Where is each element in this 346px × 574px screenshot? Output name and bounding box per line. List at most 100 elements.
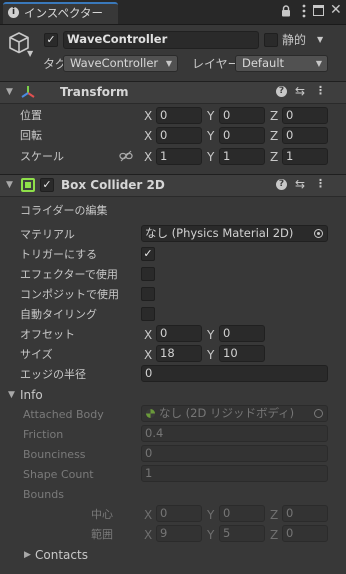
autotiling-label: 自動タイリング [20, 308, 97, 321]
position-label: 位置 [20, 109, 42, 122]
attached-body-value: なし (2D リジッドボディ) [159, 406, 295, 420]
component-menu-icon[interactable]: ⋮ [315, 178, 326, 190]
position-z-input[interactable]: 0 [282, 107, 328, 124]
axis-z-label[interactable]: Z [270, 129, 278, 143]
layer-value: Default [242, 56, 285, 70]
trigger-label: トリガーにする [20, 248, 98, 261]
axis-y-label[interactable]: Y [207, 348, 214, 362]
static-label: 静的 [282, 33, 307, 47]
axis-x-label[interactable]: X [144, 129, 152, 143]
autotiling-checkbox[interactable] [141, 307, 155, 321]
axis-x-label: X [144, 528, 153, 542]
rotation-x-input[interactable]: 0 [156, 127, 202, 144]
extent-z-field: 0 [282, 525, 328, 542]
object-picker-icon[interactable] [314, 229, 323, 238]
close-icon[interactable]: ✕ [330, 3, 342, 17]
material-label: マテリアル [20, 228, 75, 241]
axis-x-label[interactable]: X [144, 348, 152, 362]
maximize-icon[interactable] [313, 5, 324, 16]
info-icon: i [8, 7, 19, 18]
axis-x-label[interactable]: X [144, 328, 152, 342]
contacts-label[interactable]: Contacts [35, 548, 88, 562]
offset-x-input[interactable]: 0 [156, 325, 202, 342]
axis-y-label: Y [207, 508, 215, 522]
preset-icon[interactable]: ⇆ [295, 85, 305, 97]
tag-dropdown[interactable]: WaveController ▼ [63, 55, 178, 72]
position-y-input[interactable]: 0 [219, 107, 265, 124]
attached-body-label: Attached Body [23, 408, 104, 421]
edit-collider-label: コライダーの編集 [20, 204, 108, 217]
friction-label: Friction [23, 428, 64, 441]
axis-x-label[interactable]: X [144, 150, 152, 164]
bounciness-field: 0 [141, 445, 328, 462]
info-foldout-icon[interactable]: ▼ [8, 390, 15, 400]
preset-icon[interactable]: ⇆ [295, 178, 305, 190]
axis-y-label: Y [207, 528, 215, 542]
chevron-down-icon: ▼ [165, 59, 172, 68]
lock-icon[interactable] [281, 5, 291, 17]
effector-checkbox[interactable] [141, 267, 155, 281]
info-title[interactable]: Info [20, 388, 43, 402]
foldout-arrow-icon[interactable]: ▼ [6, 87, 13, 97]
collider-icon-inner [25, 182, 31, 188]
composite-checkbox[interactable] [141, 287, 155, 301]
tab-menu-icon[interactable] [302, 4, 306, 18]
edge-radius-input[interactable]: 0 [141, 365, 328, 382]
scale-x-input[interactable]: 1 [156, 148, 202, 165]
center-label: 中心 [91, 508, 113, 521]
layer-label: レイヤー [192, 57, 240, 71]
axis-z-label[interactable]: Z [270, 150, 278, 164]
axis-x-label[interactable]: X [144, 109, 152, 123]
offset-y-input[interactable]: 0 [219, 325, 265, 342]
component-menu-icon[interactable]: ⋮ [315, 85, 326, 97]
scale-y-input[interactable]: 1 [219, 148, 265, 165]
collider-enabled-checkbox[interactable]: ✓ [40, 178, 54, 192]
offset-label: オフセット [20, 328, 75, 341]
picker-dot [317, 232, 320, 235]
tab-title: インスペクター [24, 6, 104, 20]
help-icon[interactable]: ? [276, 179, 287, 190]
chevron-down-icon[interactable]: ▼ [27, 49, 33, 58]
tab-inspector[interactable]: i インスペクター [3, 2, 118, 24]
chevron-down-icon: ▼ [315, 59, 322, 68]
material-field[interactable]: なし (Physics Material 2D) [141, 225, 328, 242]
bounds-label: Bounds [23, 488, 64, 501]
shape-count-field: 1 [141, 465, 328, 482]
rotation-label: 回転 [20, 129, 42, 142]
position-x-input[interactable]: 0 [156, 107, 202, 124]
axis-y-label[interactable]: Y [207, 129, 214, 143]
help-icon[interactable]: ? [276, 86, 287, 97]
axis-x-label: X [144, 508, 153, 522]
static-dropdown-icon[interactable]: ▼ [317, 35, 323, 44]
size-x-input[interactable]: 18 [156, 345, 202, 362]
axis-y-label[interactable]: Y [207, 150, 214, 164]
rotation-z-input[interactable]: 0 [282, 127, 328, 144]
axis-z-label[interactable]: Z [270, 109, 278, 123]
extent-y-field: 5 [219, 525, 265, 542]
link-icon[interactable] [119, 150, 133, 162]
active-checkbox[interactable]: ✓ [44, 33, 58, 47]
foldout-arrow-icon[interactable]: ▼ [6, 180, 13, 190]
axis-y-label[interactable]: Y [207, 328, 214, 342]
static-checkbox[interactable] [264, 33, 278, 47]
collider-title: Box Collider 2D [61, 178, 165, 192]
scale-label: スケール [20, 150, 64, 163]
shape-count-label: Shape Count [23, 468, 94, 481]
object-name-input[interactable]: WaveController [63, 31, 259, 49]
effector-label: エフェクターで使用 [20, 268, 118, 281]
axis-y-label[interactable]: Y [207, 109, 214, 123]
size-y-input[interactable]: 10 [219, 345, 265, 362]
axis-z-label: Z [270, 508, 279, 522]
scale-z-input[interactable]: 1 [282, 148, 328, 165]
layer-dropdown[interactable]: Default ▼ [235, 55, 328, 72]
bounciness-label: Bounciness [23, 448, 86, 461]
center-y-field: 0 [219, 505, 265, 522]
rotation-y-input[interactable]: 0 [219, 127, 265, 144]
rigidbody-icon [146, 409, 155, 418]
contacts-foldout-icon[interactable]: ▶ [24, 550, 31, 560]
edge-radius-label: エッジの半径 [20, 368, 86, 381]
center-x-field: 0 [156, 505, 202, 522]
attached-body-field: なし (2D リジッドボディ) [141, 405, 328, 422]
trigger-checkbox[interactable]: ✓ [141, 247, 155, 261]
composite-label: コンポジットで使用 [20, 288, 119, 301]
